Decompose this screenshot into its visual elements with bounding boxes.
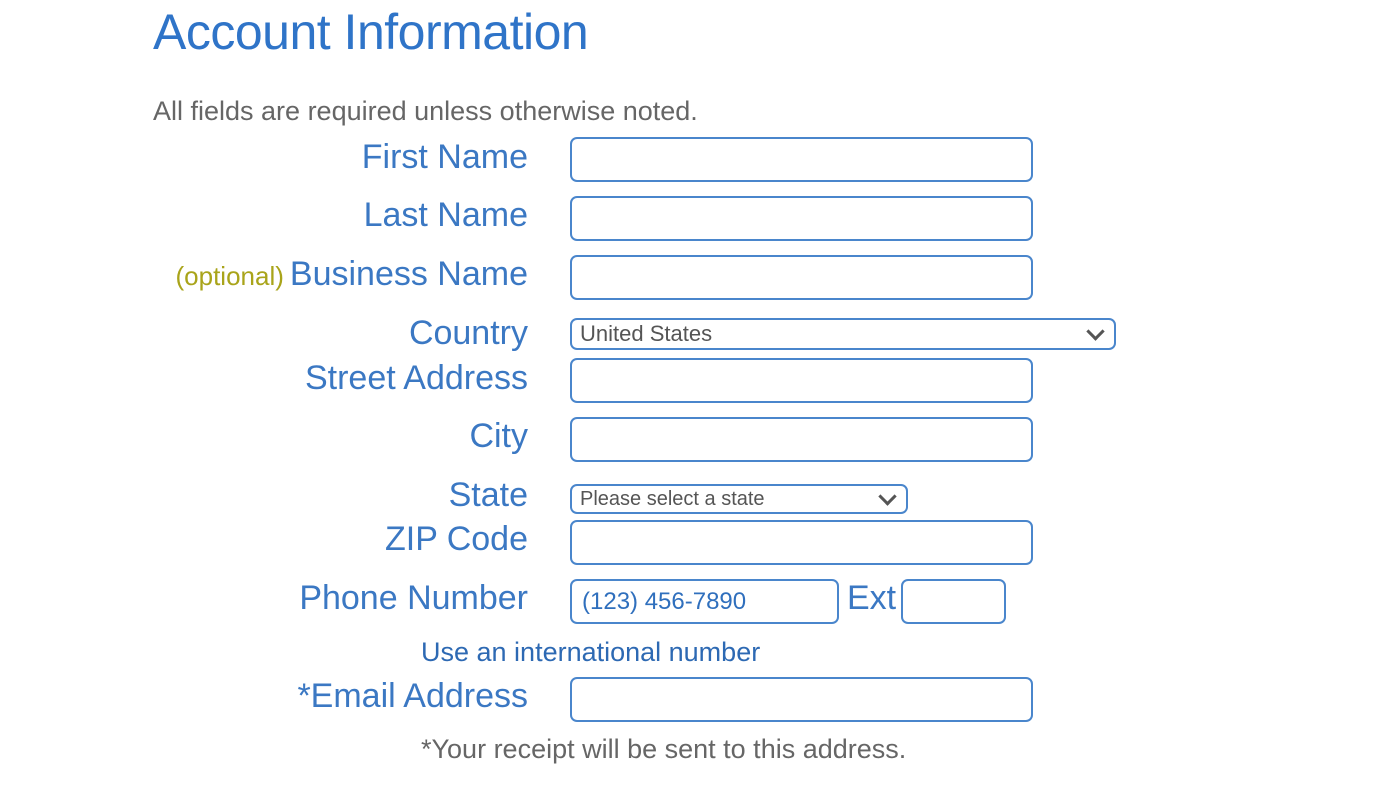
last-name-label: Last Name: [363, 196, 528, 234]
state-selected-value: Please select a state: [580, 487, 765, 510]
email-label: *Email Address: [297, 677, 528, 715]
last-name-input[interactable]: [570, 196, 1033, 241]
ext-label: Ext: [847, 579, 897, 617]
required-note: All fields are required unless otherwise…: [153, 96, 698, 126]
phone-ext-input[interactable]: [901, 579, 1006, 624]
receipt-note: *Your receipt will be sent to this addre…: [421, 734, 907, 764]
first-name-input[interactable]: [570, 137, 1033, 182]
email-input[interactable]: [570, 677, 1033, 722]
first-name-label: First Name: [361, 138, 528, 176]
city-input[interactable]: [570, 417, 1033, 462]
country-label: Country: [408, 314, 528, 352]
street-address-input[interactable]: [570, 358, 1033, 403]
city-label: City: [469, 417, 528, 455]
street-address-label: Street Address: [304, 359, 528, 397]
zip-label: ZIP Code: [384, 520, 528, 558]
chevron-down-icon: [1086, 321, 1105, 341]
business-name-label-group: (optional) Business Name: [175, 254, 528, 296]
state-label: State: [448, 476, 528, 514]
phone-input[interactable]: [570, 579, 839, 624]
business-name-input[interactable]: [570, 255, 1033, 300]
state-select[interactable]: Please select a state: [570, 484, 908, 514]
country-select[interactable]: United States: [570, 318, 1116, 350]
page-title: Account Information: [153, 4, 589, 60]
country-selected-value: United States: [580, 321, 713, 346]
business-name-label: Business Name: [289, 255, 528, 293]
phone-label: Phone Number: [299, 579, 528, 617]
chevron-down-icon: [878, 486, 897, 506]
international-number-link[interactable]: Use an international number: [421, 635, 760, 669]
zip-input[interactable]: [570, 520, 1033, 565]
optional-tag: (optional): [175, 261, 284, 291]
